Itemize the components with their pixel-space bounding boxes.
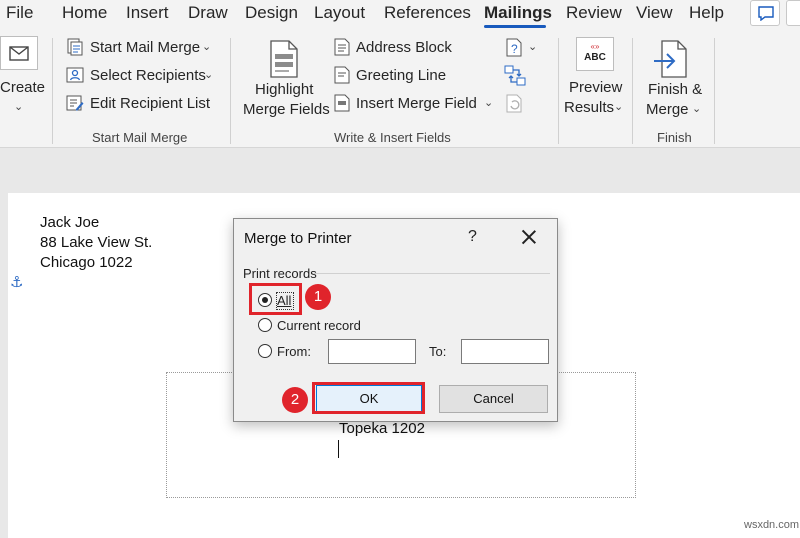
finish-group-label: Finish: [657, 130, 692, 145]
select-recipients-icon: [66, 67, 84, 83]
dialog-title: Merge to Printer: [244, 230, 352, 247]
tab-help[interactable]: Help: [689, 3, 724, 23]
group-separator: [52, 38, 53, 144]
edit-recipient-list-label: Edit Recipient List: [90, 95, 211, 112]
mailings-ribbon: Create ⌄ Start Mail Merge ⌄ Select Recip…: [0, 28, 800, 148]
update-labels-icon: [506, 94, 522, 113]
current-record-radio[interactable]: [258, 318, 272, 332]
match-fields-icon: [504, 65, 526, 86]
current-record-label: Current record: [277, 318, 361, 333]
preview-label-line1: Preview: [569, 79, 623, 96]
preview-icon-text: ABC: [584, 52, 606, 63]
group-separator: [632, 38, 633, 144]
share-button[interactable]: [786, 0, 800, 26]
svg-text:?: ?: [511, 42, 518, 56]
tab-review[interactable]: Review: [566, 3, 622, 23]
ribbon-tab-bar: File Home Insert Draw Design Layout Refe…: [0, 0, 800, 28]
rules-icon: ?: [506, 38, 522, 57]
tab-references[interactable]: References: [384, 3, 471, 23]
print-records-label: Print records: [243, 266, 317, 281]
from-radio[interactable]: [258, 344, 272, 358]
highlight-label-line1: Highlight: [255, 81, 314, 98]
highlight-label-line2: Merge Fields: [243, 101, 330, 118]
watermark: wsxdn.com: [744, 519, 800, 531]
group-divider: [314, 273, 550, 274]
insert-merge-field-label: Insert Merge Field: [356, 95, 477, 112]
chevron-down-icon: ⌄: [484, 97, 494, 109]
to-field[interactable]: [461, 339, 549, 364]
start-mail-merge-group-label: Start Mail Merge: [92, 130, 188, 145]
highlight-box-ok: [312, 382, 425, 414]
step-marker-1: 1: [305, 284, 331, 310]
write-insert-group-label: Write & Insert Fields: [334, 130, 451, 145]
address-line-name: Jack Joe: [40, 214, 100, 231]
group-separator: [230, 38, 231, 144]
address-line-street: 88 Lake View St.: [40, 234, 153, 251]
comment-icon: [758, 6, 774, 21]
tab-file[interactable]: File: [6, 3, 33, 23]
start-mail-merge-icon: [67, 38, 83, 56]
select-recipients-label: Select Recipients: [90, 67, 206, 84]
edit-recipient-list-icon: [66, 95, 84, 111]
tab-view[interactable]: View: [636, 3, 673, 23]
second-label-city: Topeka 1202: [339, 420, 425, 437]
cancel-button[interactable]: Cancel: [439, 385, 548, 413]
group-separator: [558, 38, 559, 144]
tab-home[interactable]: Home: [62, 3, 107, 23]
to-label: To:: [429, 344, 447, 359]
chevron-down-icon: ⌄: [14, 101, 24, 113]
text-cursor: [338, 440, 339, 458]
from-label: From:: [277, 344, 311, 359]
insert-merge-field-icon: [334, 94, 350, 112]
finish-merge-icon: [654, 40, 687, 78]
tab-mailings[interactable]: Mailings: [484, 3, 552, 23]
greeting-line-icon: [334, 66, 350, 84]
chevron-down-icon: ⌄: [692, 103, 702, 115]
preview-label-line2: Results: [564, 99, 615, 116]
comments-button[interactable]: [750, 0, 780, 26]
preview-icon-top: «»: [590, 42, 600, 51]
address-block-icon: [334, 38, 350, 56]
envelope-icon: [0, 36, 38, 70]
address-block-label: Address Block: [356, 39, 452, 56]
close-icon[interactable]: [518, 226, 540, 248]
step-marker-2: 2: [282, 387, 308, 413]
create-label: Create: [0, 79, 46, 96]
chevron-down-icon: ⌄: [202, 41, 212, 53]
highlight-box-all: [249, 283, 302, 315]
start-mail-merge-label: Start Mail Merge: [90, 39, 201, 56]
chevron-down-icon: ⌄: [614, 101, 624, 113]
help-button[interactable]: ?: [468, 228, 477, 246]
tab-layout[interactable]: Layout: [314, 3, 365, 23]
tab-insert[interactable]: Insert: [126, 3, 169, 23]
greeting-line-label: Greeting Line: [356, 67, 447, 84]
chevron-down-icon: ⌄: [528, 41, 538, 53]
highlight-merge-fields-icon: [270, 40, 298, 78]
tab-draw[interactable]: Draw: [188, 3, 228, 23]
preview-results-icon: «» ABC: [576, 37, 614, 71]
tab-design[interactable]: Design: [245, 3, 298, 23]
from-field[interactable]: [328, 339, 416, 364]
finish-label-line2: Merge: [646, 101, 689, 118]
finish-label-line1: Finish &: [648, 81, 703, 98]
chevron-down-icon: ⌄: [204, 69, 214, 81]
anchor-icon: ⚓: [10, 274, 24, 291]
group-separator: [714, 38, 715, 144]
address-line-city: Chicago 1022: [40, 254, 133, 271]
